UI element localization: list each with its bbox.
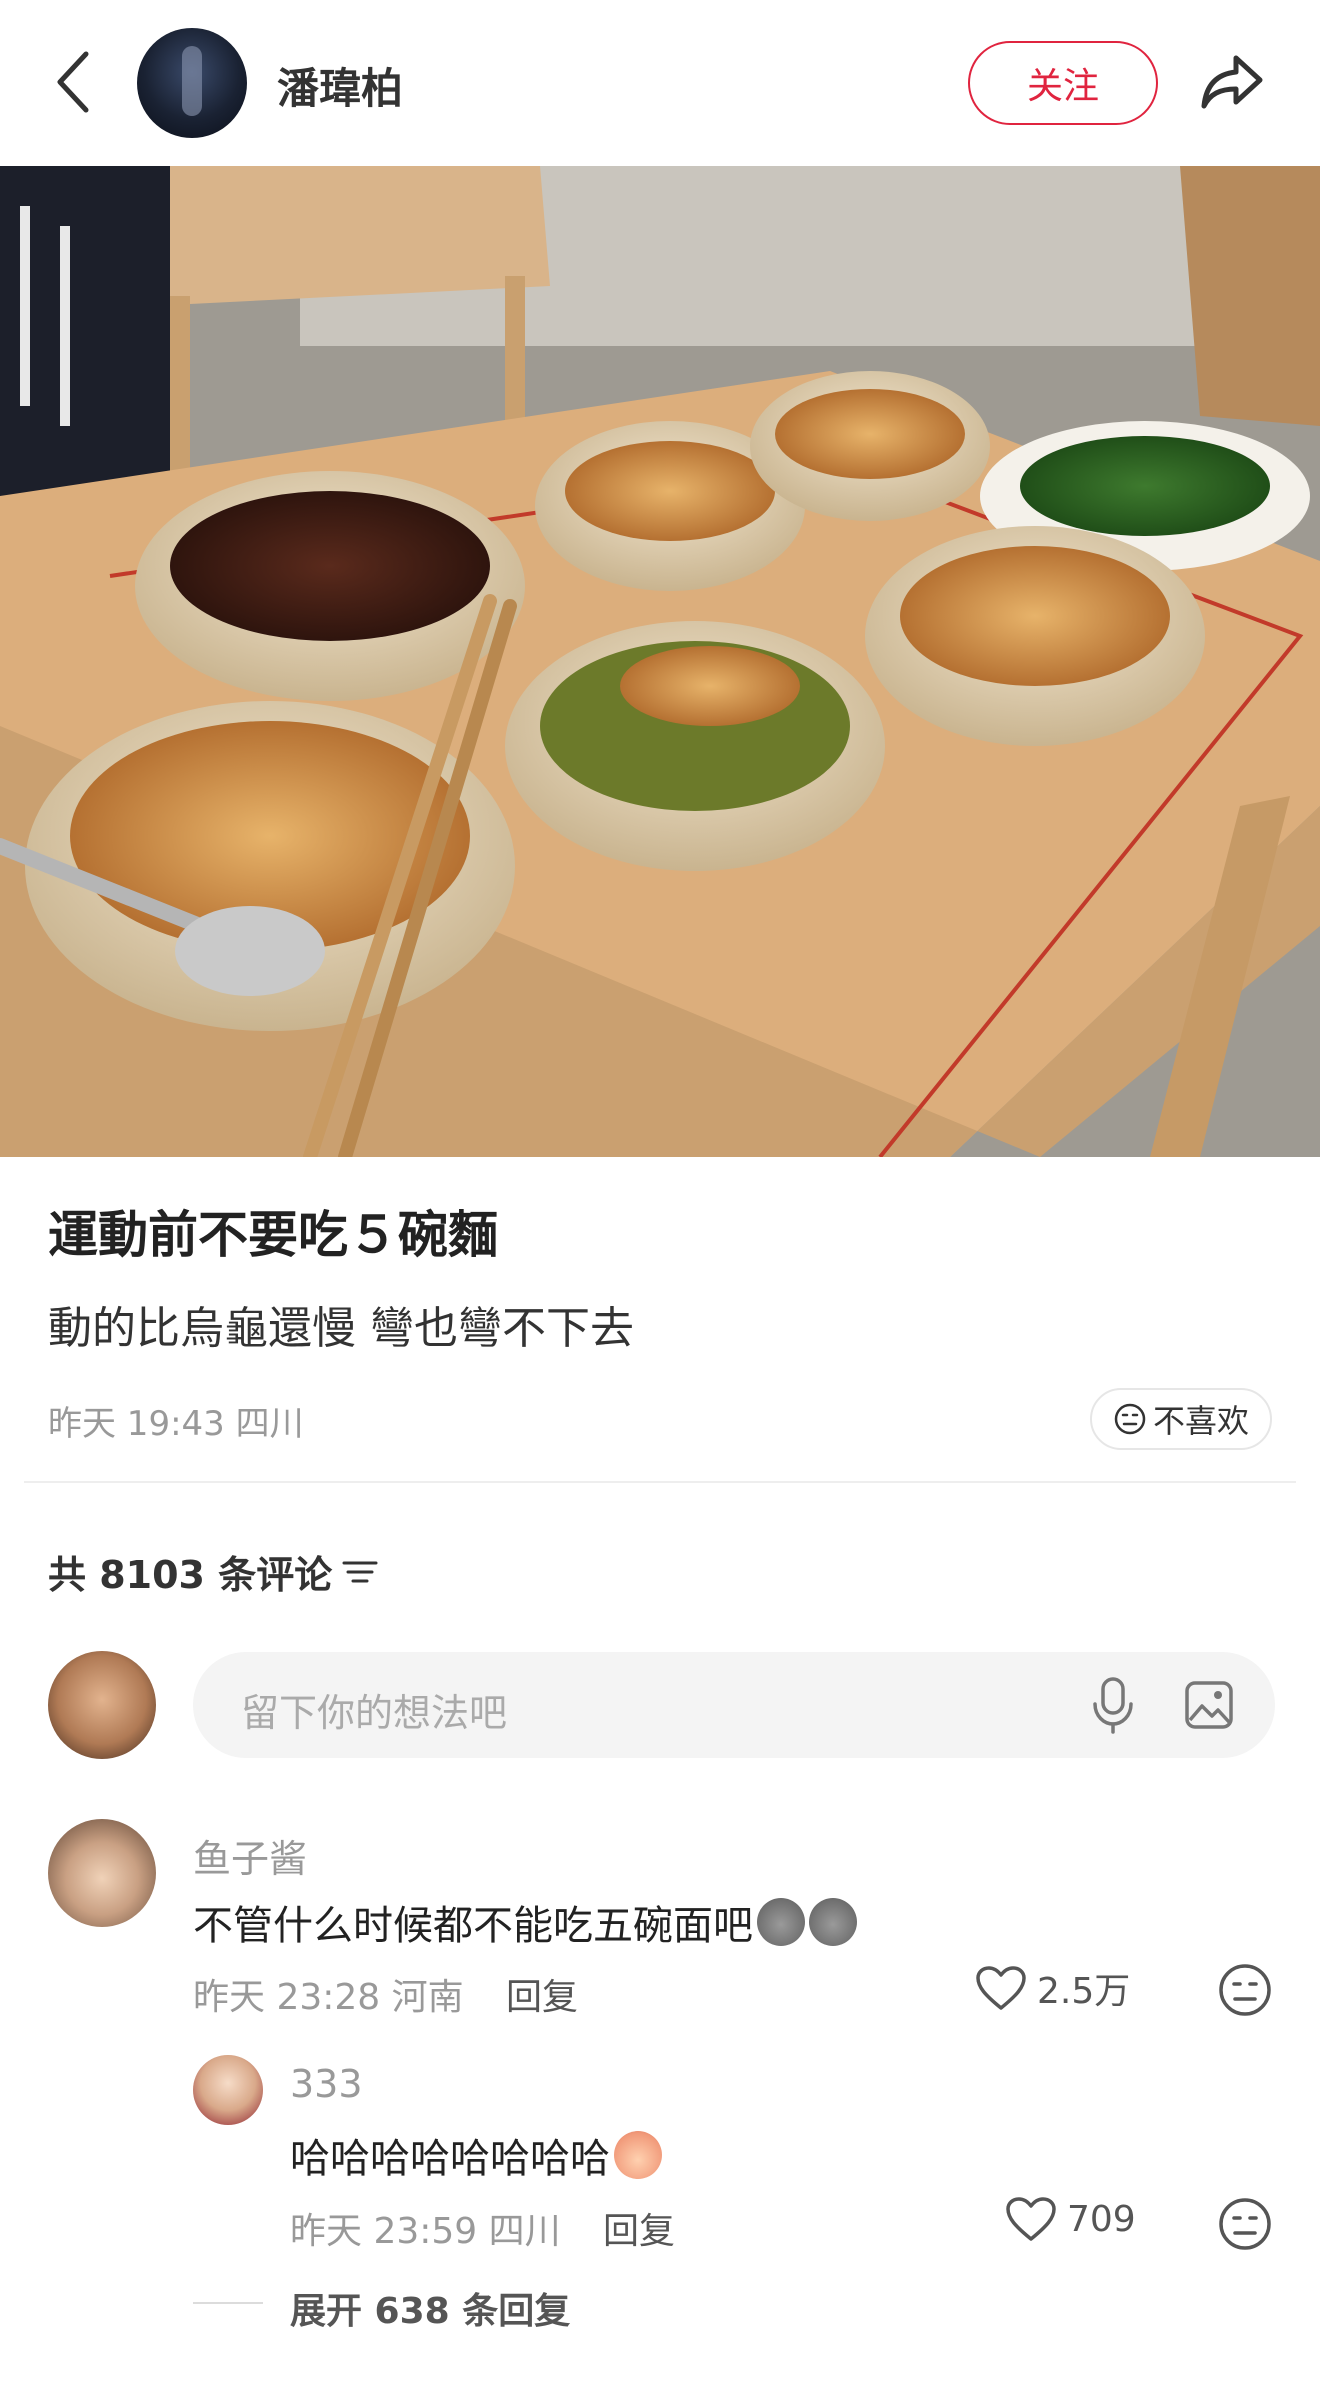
heart-icon	[1006, 2197, 1056, 2241]
share-icon[interactable]	[1196, 46, 1268, 118]
crying-emoji-icon	[614, 2131, 662, 2179]
post-meta: 昨天 19:43 四川	[48, 1404, 304, 1444]
dislike-label: 不喜欢	[1152, 1402, 1249, 1440]
heart-icon	[976, 1966, 1026, 2010]
reply-meta: 昨天 23:59 四川	[290, 2211, 561, 2252]
my-avatar	[48, 1651, 156, 1759]
comment-text: 不管什么时候都不能吃五碗面吧	[193, 1893, 857, 1951]
comment-meta: 昨天 23:28 河南	[193, 1977, 464, 2018]
image-icon[interactable]	[1184, 1680, 1234, 1730]
follow-button[interactable]: 关注	[968, 41, 1158, 125]
sort-icon[interactable]	[342, 1557, 378, 1587]
like-count: 2.5万	[1037, 1971, 1131, 2012]
dislike-face-icon[interactable]	[1218, 1963, 1272, 2017]
commenter-name[interactable]: 鱼子酱	[193, 1828, 307, 1883]
dislike-face-icon	[1114, 1403, 1146, 1435]
post-title: 運動前不要吃５碗麵	[48, 1206, 498, 1264]
divider	[24, 1481, 1296, 1483]
sad-emoji-icon	[757, 1898, 805, 1946]
comment-text-content: 不管什么时候都不能吃五碗面吧	[193, 1903, 753, 1949]
comment-input-placeholder: 留下你的想法吧	[241, 1691, 508, 1735]
comment-count-label: 共 8103 条评论	[48, 1553, 333, 1597]
comment-count[interactable]: 共 8103 条评论	[48, 1544, 378, 1599]
back-icon[interactable]	[48, 44, 104, 120]
like-count: 709	[1067, 2198, 1136, 2240]
reply-button[interactable]: 回复	[506, 1968, 578, 2020]
author-name[interactable]: 潘瑋柏	[277, 55, 403, 116]
commenter-avatar[interactable]	[48, 1819, 156, 1927]
replier-name[interactable]: 333	[290, 2062, 363, 2106]
reply-button[interactable]: 回复	[603, 2202, 675, 2254]
like-button[interactable]: 709	[1005, 2196, 1136, 2242]
expand-replies-button[interactable]: 展开 638 条回复	[290, 2282, 570, 2334]
post-description: 動的比烏龜還慢 彎也彎不下去	[48, 1303, 634, 1354]
top-bar: 潘瑋柏 关注	[0, 0, 1320, 166]
sad-emoji-icon	[809, 1898, 857, 1946]
like-button[interactable]: 2.5万	[975, 1962, 1130, 2014]
author-avatar[interactable]	[137, 28, 247, 138]
dislike-button[interactable]: 不喜欢	[1090, 1388, 1272, 1450]
noodle-bowls-image	[0, 166, 1320, 1157]
mic-icon[interactable]	[1090, 1676, 1136, 1734]
reply-text: 哈哈哈哈哈哈哈哈	[290, 2126, 662, 2184]
post-photo[interactable]	[0, 166, 1320, 1157]
replier-avatar[interactable]	[193, 2055, 263, 2125]
dislike-face-icon[interactable]	[1218, 2197, 1272, 2251]
reply-text-content: 哈哈哈哈哈哈哈哈	[290, 2136, 610, 2182]
expand-divider	[193, 2302, 263, 2304]
